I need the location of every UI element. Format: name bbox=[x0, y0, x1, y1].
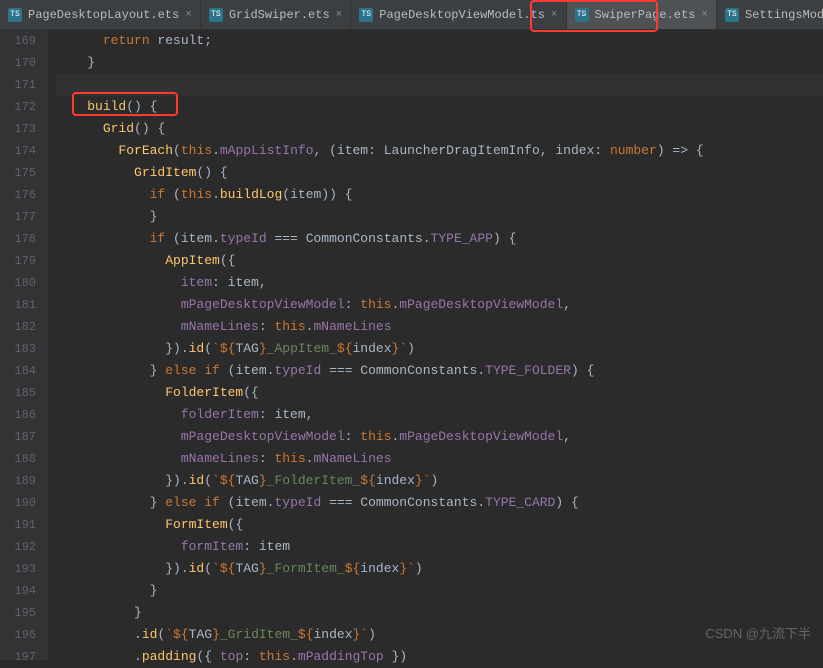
line-number: 176 bbox=[0, 184, 36, 206]
line-number: 193 bbox=[0, 558, 36, 580]
line-number: 169 bbox=[0, 30, 36, 52]
tab-settingsmodel[interactable]: TS SettingsModel.ts × bbox=[717, 0, 823, 29]
file-icon: TS bbox=[209, 8, 223, 22]
code-line[interactable]: mPageDesktopViewModel: this.mPageDesktop… bbox=[56, 426, 823, 448]
code-line[interactable]: build() { bbox=[56, 96, 823, 118]
code-line[interactable]: formItem: item bbox=[56, 536, 823, 558]
close-icon[interactable]: × bbox=[185, 9, 192, 21]
code-line[interactable]: .padding({ top: this.mPaddingTop }) bbox=[56, 646, 823, 668]
editor-tabs: TS PageDesktopLayout.ets × TS GridSwiper… bbox=[0, 0, 823, 30]
close-icon[interactable]: × bbox=[551, 9, 558, 21]
line-number: 189 bbox=[0, 470, 36, 492]
code-line[interactable]: }).id(`${TAG}_FormItem_${index}`) bbox=[56, 558, 823, 580]
line-number: 192 bbox=[0, 536, 36, 558]
close-icon[interactable]: × bbox=[701, 9, 708, 21]
code-line[interactable]: return result; bbox=[56, 30, 823, 52]
code-line[interactable]: Grid() { bbox=[56, 118, 823, 140]
code-line[interactable]: GridItem() { bbox=[56, 162, 823, 184]
code-line[interactable]: mNameLines: this.mNameLines bbox=[56, 448, 823, 470]
code-line[interactable]: } bbox=[56, 602, 823, 624]
tab-pagedesktoplayout[interactable]: TS PageDesktopLayout.ets × bbox=[0, 0, 201, 29]
line-number: 171 bbox=[0, 74, 36, 96]
code-line[interactable]: }).id(`${TAG}_AppItem_${index}`) bbox=[56, 338, 823, 360]
code-line[interactable]: FormItem({ bbox=[56, 514, 823, 536]
watermark: CSDN @九流下半 bbox=[705, 623, 811, 642]
code-area[interactable]: return result; } build() { Grid() { ForE… bbox=[48, 30, 823, 660]
line-number: 175 bbox=[0, 162, 36, 184]
line-number: 186 bbox=[0, 404, 36, 426]
code-line[interactable]: folderItem: item, bbox=[56, 404, 823, 426]
code-line[interactable]: FolderItem({ bbox=[56, 382, 823, 404]
tab-label: SwiperPage.ets bbox=[595, 8, 696, 22]
code-line[interactable]: mNameLines: this.mNameLines bbox=[56, 316, 823, 338]
line-number: 185 bbox=[0, 382, 36, 404]
close-icon[interactable]: × bbox=[336, 9, 343, 21]
line-number: 172 bbox=[0, 96, 36, 118]
line-number: 187 bbox=[0, 426, 36, 448]
line-number: 182 bbox=[0, 316, 36, 338]
line-number: 196 bbox=[0, 624, 36, 646]
line-number: 183 bbox=[0, 338, 36, 360]
file-icon: TS bbox=[725, 8, 739, 22]
code-line[interactable]: } else if (item.typeId === CommonConstan… bbox=[56, 360, 823, 382]
line-number: 194 bbox=[0, 580, 36, 602]
line-number: 174 bbox=[0, 140, 36, 162]
code-line[interactable]: } bbox=[56, 206, 823, 228]
code-line[interactable]: } bbox=[56, 580, 823, 602]
tab-label: PageDesktopViewModel.ts bbox=[379, 8, 545, 22]
line-number: 170 bbox=[0, 52, 36, 74]
tab-label: PageDesktopLayout.ets bbox=[28, 8, 179, 22]
line-number: 179 bbox=[0, 250, 36, 272]
code-line[interactable]: item: item, bbox=[56, 272, 823, 294]
line-number: 178 bbox=[0, 228, 36, 250]
tab-label: SettingsModel.ts bbox=[745, 8, 823, 22]
code-line[interactable]: } bbox=[56, 52, 823, 74]
code-line[interactable]: ForEach(this.mAppListInfo, (item: Launch… bbox=[56, 140, 823, 162]
code-line[interactable]: } else if (item.typeId === CommonConstan… bbox=[56, 492, 823, 514]
code-line[interactable]: AppItem({ bbox=[56, 250, 823, 272]
file-icon: TS bbox=[575, 8, 589, 22]
line-number: 195 bbox=[0, 602, 36, 624]
line-number: 197 bbox=[0, 646, 36, 668]
file-icon: TS bbox=[359, 8, 373, 22]
line-number: 191 bbox=[0, 514, 36, 536]
line-number: 180 bbox=[0, 272, 36, 294]
code-line[interactable]: mPageDesktopViewModel: this.mPageDesktop… bbox=[56, 294, 823, 316]
line-gutter: 1691701711721731741751761771781791801811… bbox=[0, 30, 48, 660]
file-icon: TS bbox=[8, 8, 22, 22]
code-editor[interactable]: 1691701711721731741751761771781791801811… bbox=[0, 30, 823, 660]
code-line[interactable] bbox=[56, 74, 823, 96]
tab-gridswiper[interactable]: TS GridSwiper.ets × bbox=[201, 0, 351, 29]
tab-swiperpage[interactable]: TS SwiperPage.ets × bbox=[567, 0, 717, 29]
line-number: 181 bbox=[0, 294, 36, 316]
tab-pagedesktopviewmodel[interactable]: TS PageDesktopViewModel.ts × bbox=[351, 0, 566, 29]
code-line[interactable]: }).id(`${TAG}_FolderItem_${index}`) bbox=[56, 470, 823, 492]
code-line[interactable]: if (this.buildLog(item)) { bbox=[56, 184, 823, 206]
line-number: 173 bbox=[0, 118, 36, 140]
tab-label: GridSwiper.ets bbox=[229, 8, 330, 22]
line-number: 190 bbox=[0, 492, 36, 514]
line-number: 177 bbox=[0, 206, 36, 228]
code-line[interactable]: if (item.typeId === CommonConstants.TYPE… bbox=[56, 228, 823, 250]
line-number: 188 bbox=[0, 448, 36, 470]
line-number: 184 bbox=[0, 360, 36, 382]
